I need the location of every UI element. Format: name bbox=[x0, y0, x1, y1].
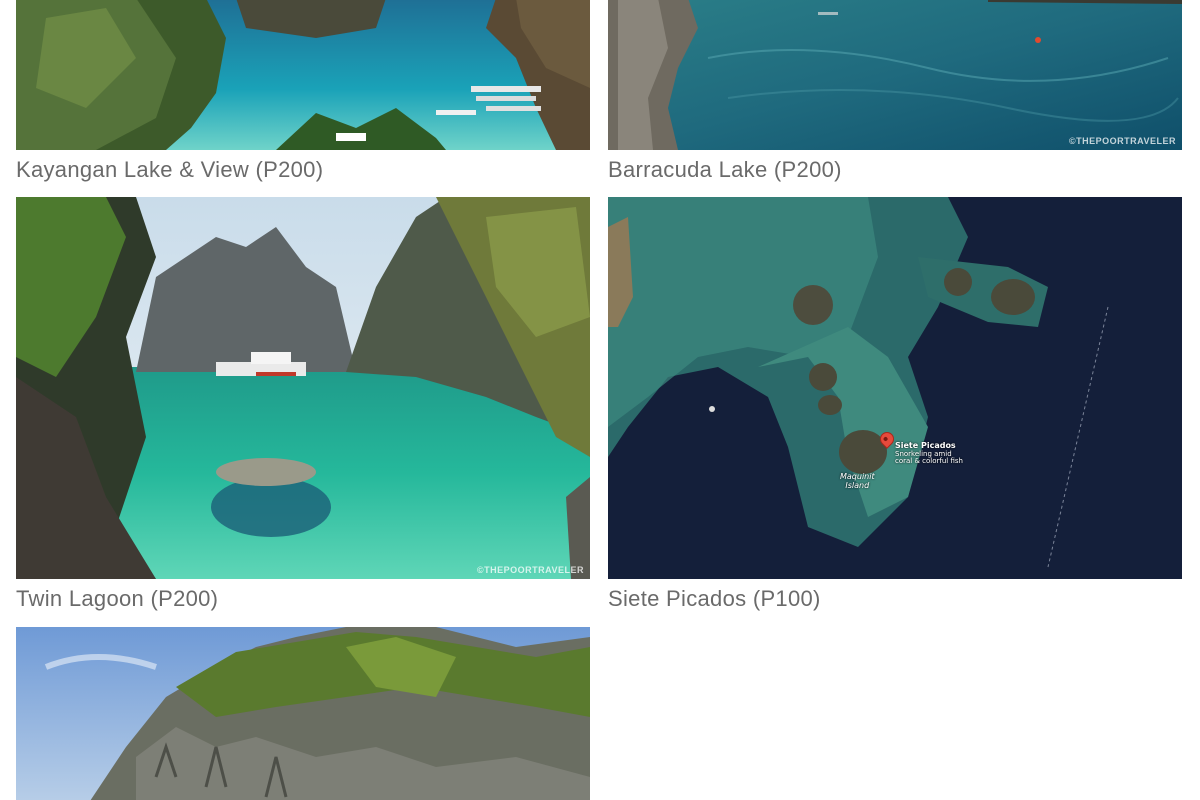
photo-gallery: Kayangan Lake & View (P200) ©THEPOORTRAV… bbox=[0, 0, 1200, 800]
caption-kayangan-lake: Kayangan Lake & View (P200) bbox=[16, 157, 324, 182]
photo-twin-lagoon[interactable]: ©THEPOORTRAVELER bbox=[16, 197, 590, 579]
map-pin-desc-line2: coral & colorful fish bbox=[895, 457, 963, 466]
gallery-card-twin-lagoon[interactable]: ©THEPOORTRAVELER Twin Lagoon (P200) bbox=[16, 197, 590, 613]
siete-picados-satellite-image bbox=[608, 197, 1182, 579]
gallery-card-kayangan-lake[interactable]: Kayangan Lake & View (P200) bbox=[16, 0, 590, 184]
photo-siete-picados-map[interactable]: Siete Picados Snorkeling amid coral & co… bbox=[608, 197, 1182, 579]
kayangan-lake-image bbox=[16, 0, 590, 150]
photo-barracuda-lake[interactable]: ©THEPOORTRAVELER bbox=[608, 0, 1182, 150]
gallery-card-cliffs[interactable] bbox=[16, 627, 590, 800]
caption-siete-picados: Siete Picados (P100) bbox=[608, 586, 821, 611]
photo-cliffs[interactable] bbox=[16, 627, 590, 800]
photo-kayangan-lake[interactable] bbox=[16, 0, 590, 150]
caption-twin-lagoon: Twin Lagoon (P200) bbox=[16, 586, 219, 611]
map-island-label: Maquinit Island bbox=[840, 472, 875, 491]
caption-barracuda-lake: Barracuda Lake (P200) bbox=[608, 157, 842, 182]
photo-watermark: ©THEPOORTRAVELER bbox=[1069, 136, 1176, 146]
barracuda-lake-image bbox=[608, 0, 1182, 150]
cliffs-image bbox=[16, 627, 590, 800]
photo-watermark: ©THEPOORTRAVELER bbox=[477, 565, 584, 575]
map-island-line2: Island bbox=[845, 480, 870, 490]
twin-lagoon-image bbox=[16, 197, 590, 579]
gallery-card-siete-picados[interactable]: Siete Picados Snorkeling amid coral & co… bbox=[608, 197, 1182, 613]
gallery-card-barracuda-lake[interactable]: ©THEPOORTRAVELER Barracuda Lake (P200) bbox=[608, 0, 1182, 184]
map-pin-label: Siete Picados Snorkeling amid coral & co… bbox=[895, 441, 963, 466]
